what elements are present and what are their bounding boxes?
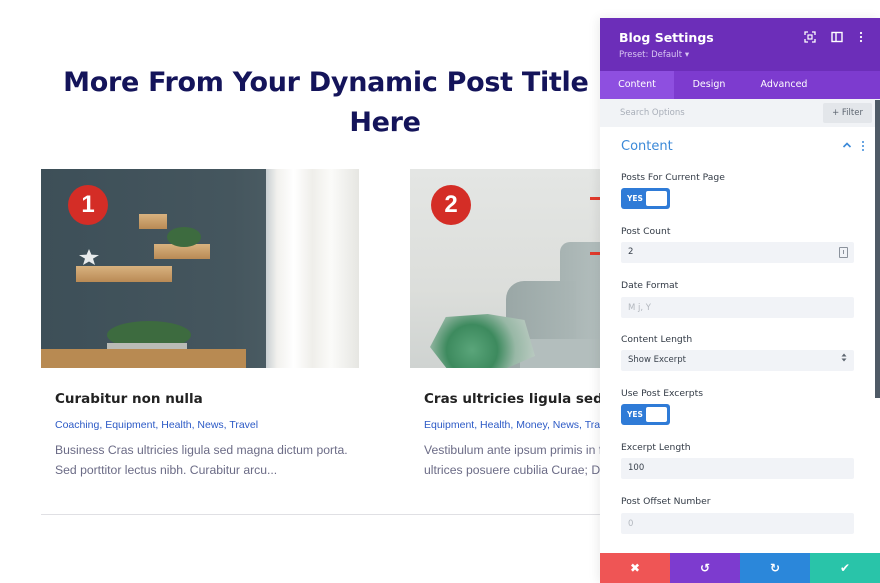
number-badge: 1 <box>68 185 108 225</box>
field-label-use-post-excerpts: Use Post Excerpts <box>621 388 704 399</box>
panel-header[interactable]: Blog Settings Preset: Default ▾ <box>600 18 880 71</box>
section-title-content[interactable]: Content <box>621 139 673 154</box>
post-categories[interactable]: Equipment, Health, Money, News, Travel <box>424 419 613 431</box>
curtain-graphic <box>266 169 359 368</box>
split-view-icon[interactable] <box>830 31 844 45</box>
number-stepper-icon[interactable] <box>839 247 848 258</box>
post-count-input[interactable]: 2 <box>621 242 854 263</box>
undo-button[interactable]: ↺ <box>670 553 740 583</box>
tab-content[interactable]: Content <box>600 71 674 99</box>
panel-scrollbar[interactable] <box>875 100 880 398</box>
post-title[interactable]: Curabitur non nulla <box>55 391 203 407</box>
fullscreen-icon[interactable] <box>803 31 817 45</box>
shelf-graphic <box>76 266 172 282</box>
post-categories[interactable]: Coaching, Equipment, Health, News, Trave… <box>55 419 258 431</box>
plant-graphic <box>167 227 201 247</box>
tab-advanced[interactable]: Advanced <box>744 71 824 99</box>
excerpt-length-value: 100 <box>628 463 645 473</box>
close-icon: ✖ <box>629 561 641 575</box>
post-excerpt-line: Sed porttitor lectus nibh. Curabitur arc… <box>55 463 278 477</box>
content-length-select[interactable]: Show Excerpt <box>621 350 854 371</box>
toggle-knob <box>646 407 667 422</box>
discard-changes-button[interactable]: ✖ <box>600 553 670 583</box>
toggle-knob <box>646 191 667 206</box>
post-excerpt-line: Business Cras ultricies ligula sed magna… <box>55 443 348 457</box>
more-options-icon[interactable] <box>854 31 868 45</box>
post-featured-image[interactable]: 1 <box>41 169 359 368</box>
content-length-value: Show Excerpt <box>628 355 687 365</box>
preset-dropdown[interactable]: Preset: Default ▾ <box>619 50 689 60</box>
shelf-graphic <box>139 214 167 229</box>
cabinet-graphic <box>41 349 246 368</box>
post-count-value: 2 <box>628 247 634 257</box>
chevron-up-icon[interactable] <box>842 141 852 151</box>
star-ornament-graphic <box>79 249 99 265</box>
panel-footer: ✖ ↺ ↻ ✔ <box>600 553 880 583</box>
redo-button[interactable]: ↻ <box>740 553 810 583</box>
toggle-state-label: YES <box>627 410 643 419</box>
filter-button[interactable]: + Filter <box>823 103 872 123</box>
panel-title: Blog Settings <box>619 30 714 45</box>
terrarium-graphic <box>430 314 535 368</box>
toggle-state-label: YES <box>627 194 643 203</box>
field-label-post-count: Post Count <box>621 226 671 237</box>
blog-settings-panel: Blog Settings Preset: Default ▾ Content … <box>600 18 880 583</box>
field-label-content-length: Content Length <box>621 334 693 345</box>
select-arrows-icon <box>841 350 847 371</box>
field-label-post-offset-number: Post Offset Number <box>621 496 711 507</box>
post-offset-number-input[interactable] <box>621 513 854 534</box>
field-label-excerpt-length: Excerpt Length <box>621 442 691 453</box>
post-excerpt: Business Cras ultricies ligula sed magna… <box>55 440 375 480</box>
search-options-input[interactable] <box>620 99 820 127</box>
field-label-date-format: Date Format <box>621 280 679 291</box>
search-bar: + Filter <box>600 99 880 127</box>
undo-icon: ↺ <box>699 561 711 575</box>
checkmark-icon: ✔ <box>839 561 851 575</box>
section-divider <box>41 514 611 515</box>
use-post-excerpts-toggle[interactable]: YES <box>621 404 670 425</box>
excerpt-length-input[interactable]: 100 <box>621 458 854 479</box>
settings-tabs: Content Design Advanced <box>600 71 880 99</box>
tab-design[interactable]: Design <box>674 71 744 99</box>
save-changes-button[interactable]: ✔ <box>810 553 880 583</box>
section-more-icon[interactable] <box>860 140 866 152</box>
number-badge: 2 <box>431 185 471 225</box>
date-format-input[interactable] <box>621 297 854 318</box>
redo-icon: ↻ <box>769 561 781 575</box>
field-label-posts-for-current-page: Posts For Current Page <box>621 172 725 183</box>
blog-post-card[interactable]: 1 Curabitur non nulla Coaching, Equipmen… <box>41 169 359 477</box>
posts-for-current-page-toggle[interactable]: YES <box>621 188 670 209</box>
